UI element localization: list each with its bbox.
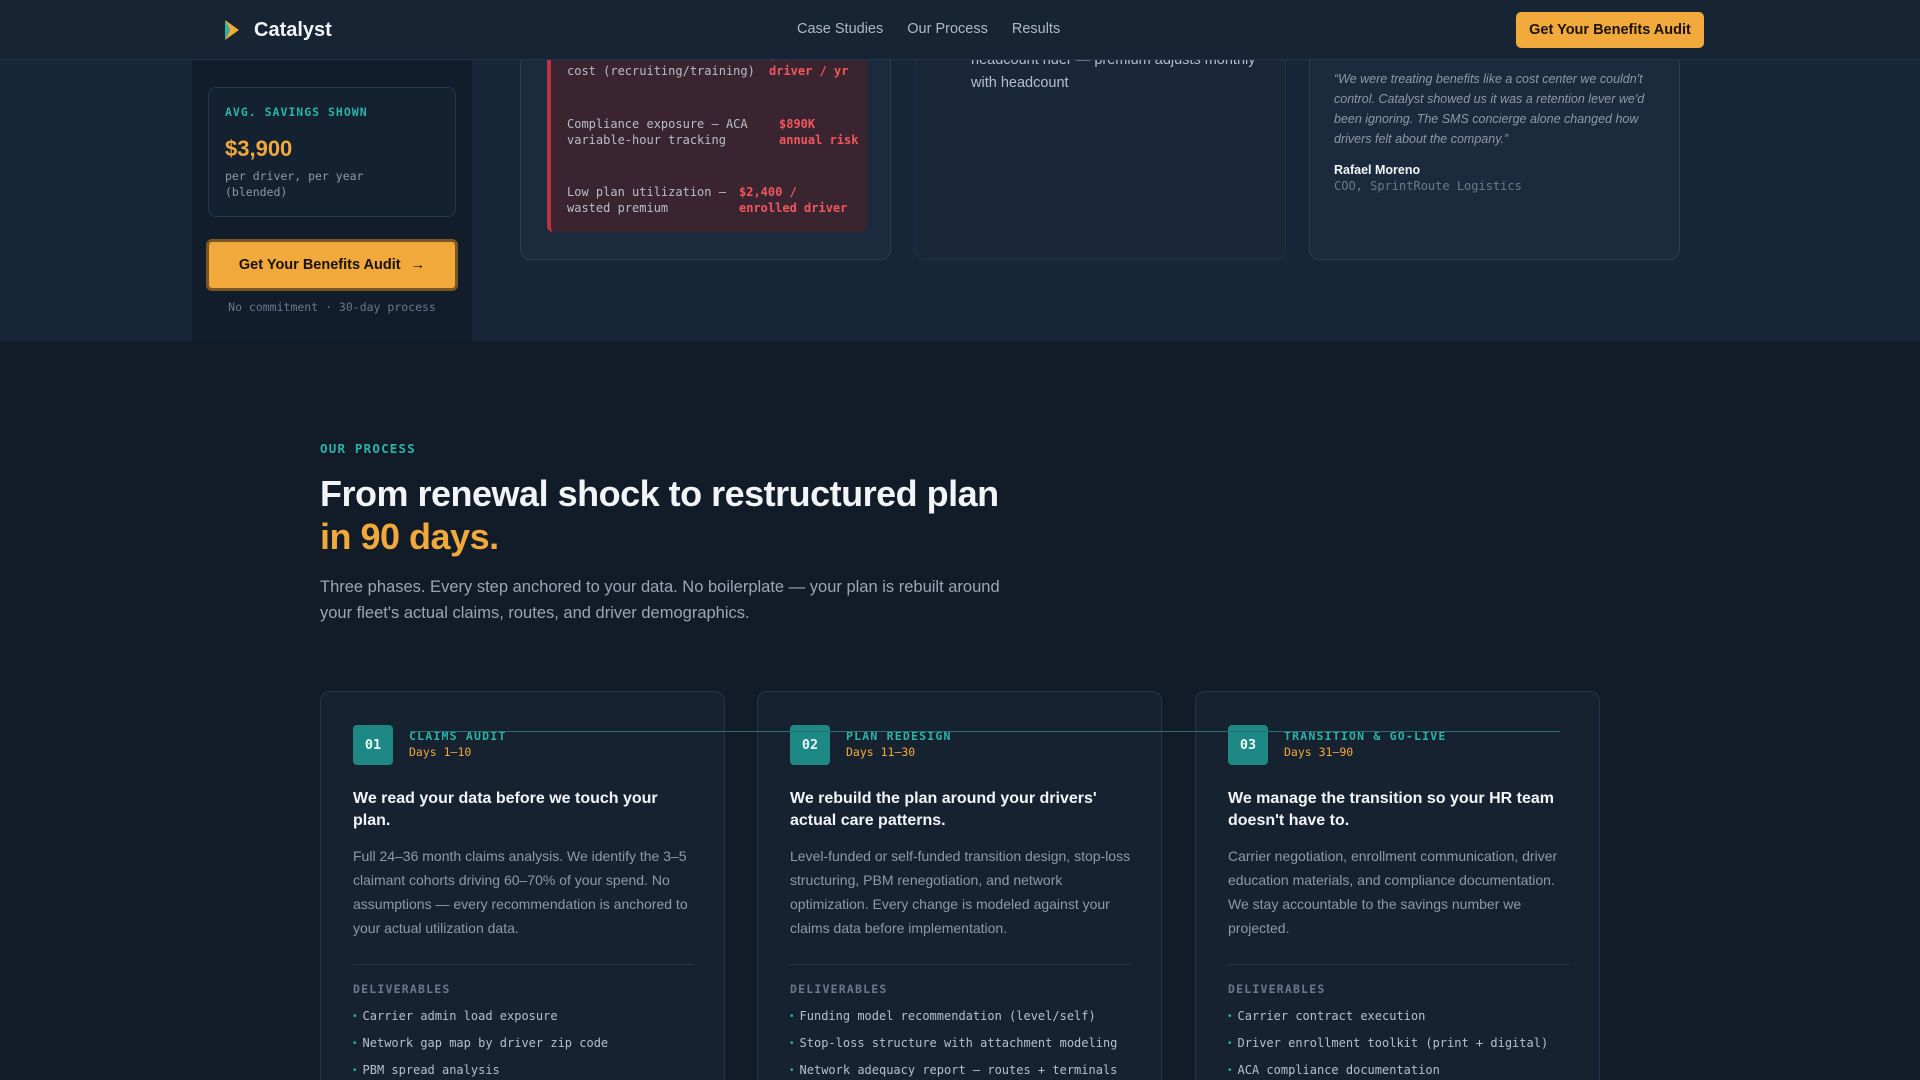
headline-main: From renewal shock to restructured plan <box>320 473 999 514</box>
brand-name: Catalyst <box>254 18 332 41</box>
hidden-costs-box: Benefits-related turnover cost (recruiti… <box>547 41 867 232</box>
deliverable-text: ACA compliance documentation <box>1237 1063 1440 1077</box>
deliverable-text: Carrier admin load exposure <box>362 1009 558 1023</box>
nav-link-results[interactable]: Results <box>1012 21 1060 37</box>
bullet-icon: • <box>790 1065 794 1076</box>
savings-subtext: per driver, per year (blended) <box>225 169 364 199</box>
top-nav: Catalyst Case Studies Our Process Result… <box>0 0 1920 60</box>
deliverable-item: • Network adequacy report — routes + term… <box>790 1063 1117 1080</box>
deliverable-item: • ACA compliance documentation <box>1228 1063 1548 1080</box>
deliverable-item: • Network gap map by driver zip code <box>353 1036 608 1063</box>
section-lede: Three phases. Every step anchored to you… <box>320 578 1000 622</box>
catalyst-logo-icon <box>225 20 239 40</box>
deliverable-item: • Carrier admin load exposure <box>353 1009 608 1036</box>
nav-cta-button[interactable]: Get Your Benefits Audit <box>1516 12 1704 48</box>
nav-link-case-studies[interactable]: Case Studies <box>797 21 883 37</box>
divider <box>1228 964 1569 965</box>
deliverable-item: • PBM spread analysis <box>353 1063 608 1080</box>
deliverable-item: • Stop-loss structure with attachment mod… <box>790 1036 1117 1063</box>
cost-row: Low plan utilization — wasted premium $2… <box>567 184 859 216</box>
sidebar-note: No commitment · 30-day process <box>228 300 436 314</box>
divider <box>353 964 694 965</box>
pricing-card: headcount rider — premium adjusts monthl… <box>915 40 1286 260</box>
cost-row: Compliance exposure — ACA variable-hour … <box>567 116 859 148</box>
nav-link-our-process[interactable]: Our Process <box>907 21 988 37</box>
cost-card: Benefits-related turnover cost (recruiti… <box>520 40 891 260</box>
section-headline: From renewal shock to restructured plan … <box>320 472 999 558</box>
deliverable-item: • Driver enrollment toolkit (print + digi… <box>1228 1036 1548 1063</box>
deliverable-text: Network gap map by driver zip code <box>362 1036 609 1050</box>
deliverables-label: DELIVERABLES <box>790 982 888 996</box>
headline-accent: in 90 days. <box>320 516 499 557</box>
nav-links: Case Studies Our Process Results <box>797 21 1060 37</box>
bullet-icon: • <box>353 1011 357 1022</box>
cost-row-value: $2,400 / enrolled driver <box>739 185 848 215</box>
bullet-icon: • <box>1228 1065 1232 1076</box>
phase-days: Days 1–10 <box>409 745 472 759</box>
sidebar-cta-label: Get Your Benefits Audit <box>238 257 401 273</box>
phase-card-transition: 03 TRANSITION & GO-LIVE Days 31–90 We ma… <box>1195 691 1600 1080</box>
bullet-icon: • <box>1228 1038 1232 1049</box>
phase-card-plan-redesign: 02 PLAN REDESIGN Days 11–30 We rebuild t… <box>757 691 1162 1080</box>
deliverables-label: DELIVERABLES <box>353 982 451 996</box>
testimonial-quote: “We were treating benefits like a cost c… <box>1334 72 1645 146</box>
phase-title: We manage the transition so your HR team… <box>1228 790 1554 829</box>
deliverables-list: • Funding model recommendation (level/sel… <box>790 1009 1117 1080</box>
cost-row-desc: Compliance exposure — ACA variable-hour … <box>567 117 748 147</box>
bullet-icon: • <box>1228 1011 1232 1022</box>
deliverables-list: • Carrier contract execution • Driver enro… <box>1228 1009 1548 1080</box>
phase-title: We rebuild the plan around your drivers'… <box>790 790 1097 829</box>
phase-days: Days 31–90 <box>1284 745 1354 759</box>
testimonial-name: Rafael Moreno <box>1334 163 1421 177</box>
timeline-connector <box>410 731 1560 732</box>
divider <box>790 964 1131 965</box>
deliverable-item: • Carrier contract execution <box>1228 1009 1548 1036</box>
deliverables-label: DELIVERABLES <box>1228 982 1326 996</box>
sidebar-cta-button[interactable]: Get Your Benefits Audit → <box>206 239 458 291</box>
brand-logo[interactable]: Catalyst <box>222 18 332 42</box>
savings-value: $3,900 <box>225 136 293 161</box>
testimonial-role: COO, SprintRoute Logistics <box>1334 179 1522 193</box>
arrow-right-icon: → <box>410 257 426 273</box>
deliverables-list: • Carrier admin load exposure • Network ga… <box>353 1009 608 1080</box>
section-eyebrow: OUR PROCESS <box>320 441 416 456</box>
phase-title: We read your data before we touch your p… <box>353 790 658 829</box>
phase-card-claims-audit: 01 CLAIMS AUDIT Days 1–10 We read your d… <box>320 691 725 1080</box>
deliverable-text: Stop-loss structure with attachment mode… <box>799 1036 1118 1050</box>
phase-number-badge: 01 <box>353 725 393 765</box>
cost-row-desc: Low plan utilization — wasted premium <box>567 185 726 215</box>
testimonial-card: “We were treating benefits like a cost c… <box>1309 40 1680 260</box>
bullet-icon: • <box>353 1038 357 1049</box>
deliverable-text: Driver enrollment toolkit (print + digit… <box>1237 1036 1549 1050</box>
phase-body: Level-funded or self-funded transition d… <box>790 848 1131 936</box>
bullet-icon: • <box>353 1065 357 1076</box>
cost-row-value: $890K annual risk <box>779 117 859 147</box>
bullet-icon: • <box>790 1011 794 1022</box>
phase-days: Days 11–30 <box>846 745 916 759</box>
deliverable-item: • Funding model recommendation (level/sel… <box>790 1009 1117 1036</box>
phase-body: Full 24–36 month claims analysis. We ide… <box>353 848 688 936</box>
savings-card: AVG. SAVINGS SHOWN $3,900 per driver, pe… <box>208 87 456 217</box>
savings-label: AVG. SAVINGS SHOWN <box>225 105 368 119</box>
deliverable-text: PBM spread analysis <box>362 1063 500 1077</box>
phase-body: Carrier negotiation, enrollment communic… <box>1228 848 1558 936</box>
deliverable-text: Network adequacy report — routes + termi… <box>799 1063 1118 1077</box>
deliverable-text: Carrier contract execution <box>1237 1009 1426 1023</box>
deliverable-text: Funding model recommendation (level/self… <box>799 1009 1096 1023</box>
bullet-icon: • <box>790 1038 794 1049</box>
